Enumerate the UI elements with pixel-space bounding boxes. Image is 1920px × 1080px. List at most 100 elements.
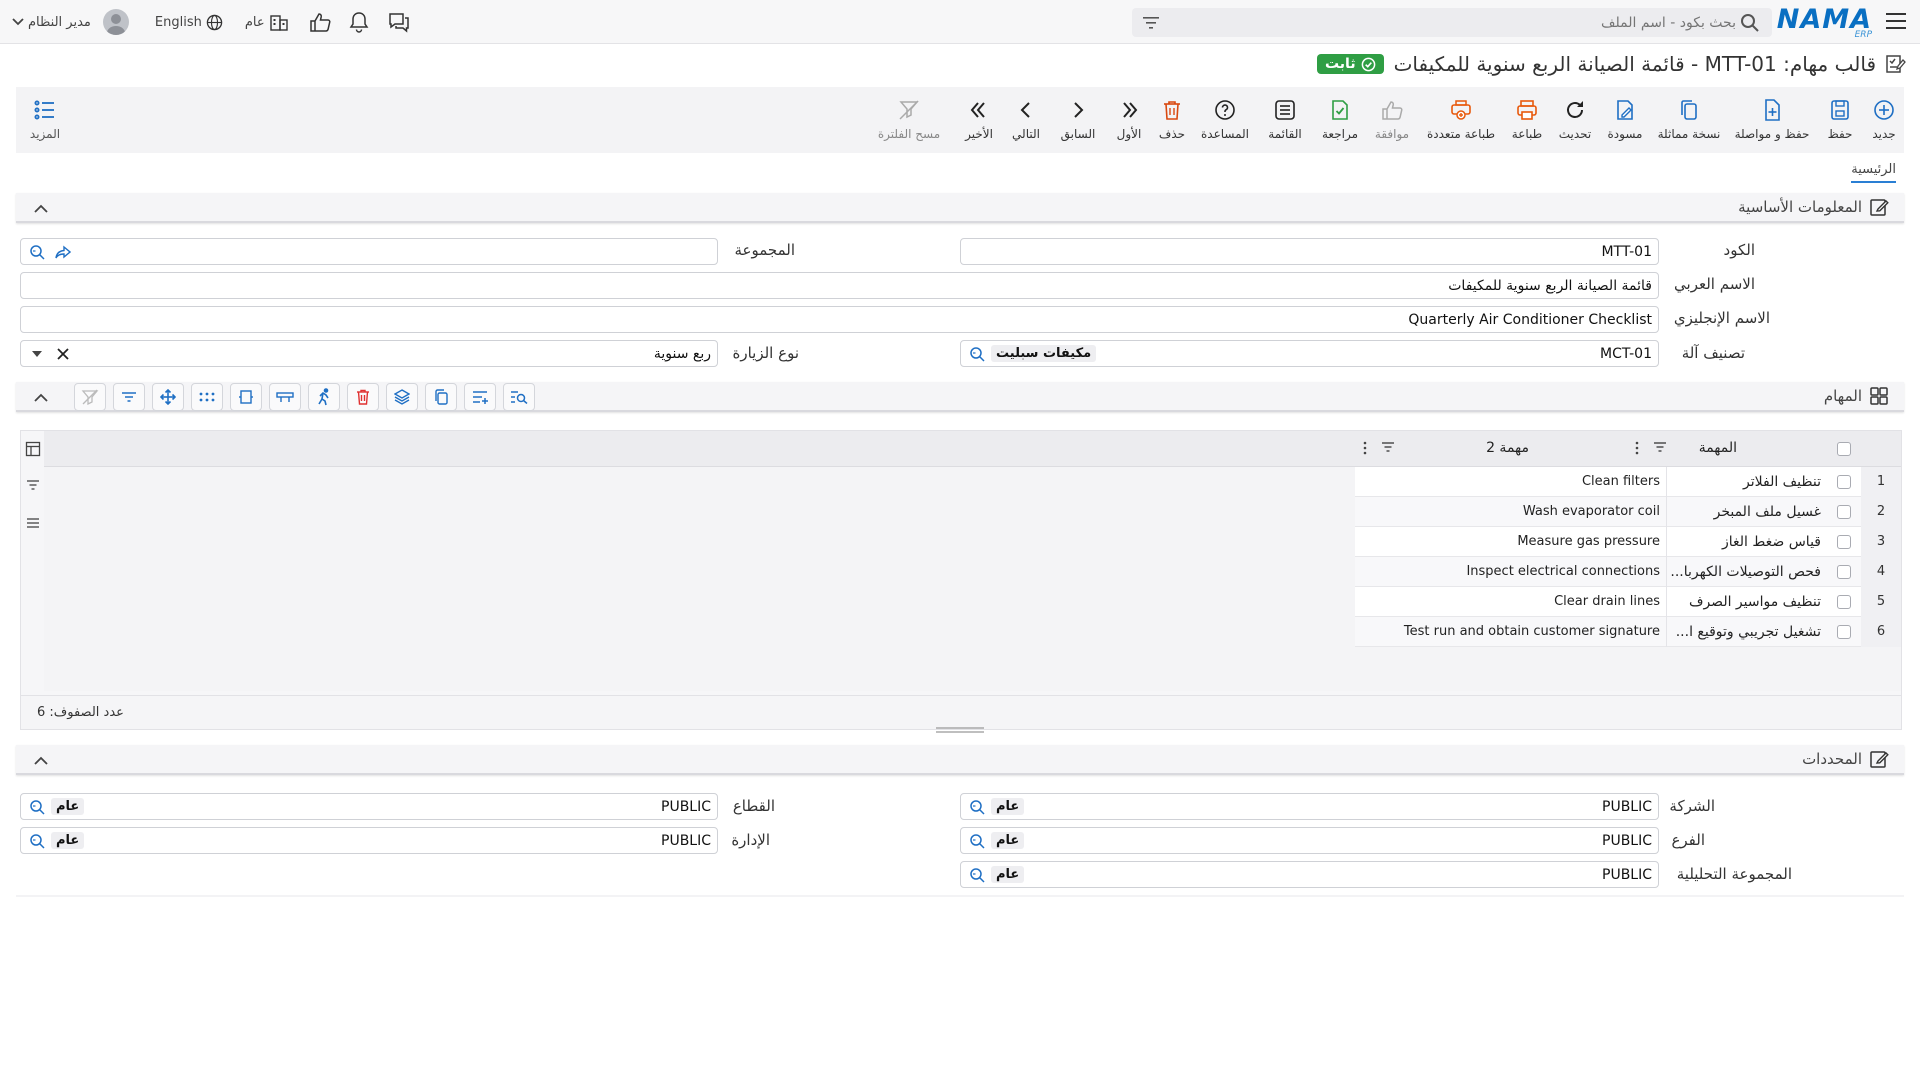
lookup-search-icon[interactable] (967, 865, 987, 885)
row-checkbox[interactable] (1827, 587, 1861, 617)
action-button-refresh[interactable]: تحديث (1550, 87, 1600, 153)
action-button-list[interactable]: القائمة (1256, 87, 1314, 153)
row-checkbox[interactable] (1827, 467, 1861, 497)
global-search[interactable] (1132, 8, 1772, 37)
action-button-clear-filter[interactable]: مسح الفلترة (864, 87, 954, 153)
lookup-search-icon[interactable] (967, 797, 987, 817)
visit-type-select[interactable]: ربع سنوية (20, 340, 718, 367)
column-menu-icon[interactable] (1363, 441, 1367, 455)
lookup-search-icon[interactable] (967, 831, 987, 851)
task-english-cell[interactable]: Wash evaporator coil (1391, 496, 1667, 527)
department-field[interactable]: PUBLIC عام (20, 827, 718, 854)
task-arabic-cell[interactable]: تنظيف مواسير الصرف (1667, 594, 1827, 610)
table-row[interactable]: 6 تشغيل تجريبي وتوقيع ا... Test run and ob… (1355, 616, 1901, 647)
menu-lines-icon[interactable] (26, 517, 40, 529)
nama-logo[interactable]: NAMA ERP (1777, 6, 1872, 41)
filter-lines-icon[interactable] (113, 383, 145, 411)
add-rows-icon[interactable] (464, 383, 496, 411)
table-row[interactable]: 3 قياس ضغط الغاز Measure gas pressure (1355, 526, 1901, 557)
chevron-up-icon[interactable] (32, 199, 50, 217)
clear-x-icon[interactable] (53, 344, 73, 364)
dropdown-caret-icon[interactable] (27, 344, 47, 364)
language-switch[interactable]: English (155, 14, 223, 31)
task-english-cell[interactable]: Clean filters (1391, 466, 1667, 497)
sector-field[interactable]: PUBLIC عام (20, 793, 718, 820)
filter-panel-icon[interactable] (26, 479, 40, 491)
table-layout-icon[interactable] (269, 383, 301, 411)
company-field[interactable]: PUBLIC عام (960, 793, 1659, 820)
english-name-field[interactable]: Quarterly Air Conditioner Checklist (20, 306, 1659, 333)
action-button-review[interactable]: مراجعة (1314, 87, 1366, 153)
lookup-search-icon[interactable] (27, 242, 47, 262)
row-checkbox[interactable] (1827, 527, 1861, 557)
task-english-cell[interactable]: Clear drain lines (1391, 586, 1667, 617)
chat-icon[interactable] (387, 11, 411, 33)
task-english-cell[interactable]: Measure gas pressure (1391, 526, 1667, 557)
action-button-draft[interactable]: مسودة (1600, 87, 1650, 153)
table-row[interactable]: 2 غسيل ملف المبخر Wash evaporator coil (1355, 496, 1901, 527)
share-icon[interactable] (53, 242, 73, 262)
action-button-multi-print[interactable]: طباعة متعددة (1418, 87, 1504, 153)
column-menu-icon[interactable] (1635, 441, 1639, 455)
action-button-approve[interactable]: موافقة (1366, 87, 1418, 153)
action-button-first[interactable]: الأول (1108, 87, 1150, 153)
section-basic-info[interactable]: المعلومات الأساسية (16, 193, 1904, 223)
trash-icon[interactable] (347, 383, 379, 411)
chevron-up-icon[interactable] (32, 751, 50, 769)
bell-icon[interactable] (349, 11, 369, 33)
action-button-copy[interactable]: نسخة مماثلة (1650, 87, 1728, 153)
action-button-last[interactable]: الأخير (954, 87, 1004, 153)
col-header-task2[interactable]: مهمة 2 (1486, 440, 1529, 456)
find-in-list-icon[interactable] (503, 383, 535, 411)
row-checkbox[interactable] (1827, 497, 1861, 527)
action-button-print[interactable]: طباعة (1504, 87, 1550, 153)
task-arabic-cell[interactable]: قياس ضغط الغاز (1667, 534, 1827, 550)
lookup-search-icon[interactable] (967, 344, 987, 364)
task-arabic-cell[interactable]: تشغيل تجريبي وتوقيع ا... (1667, 624, 1827, 640)
thumbs-up-icon[interactable] (309, 12, 331, 32)
action-button-save-continue[interactable]: حفظ و مواصلة (1728, 87, 1816, 153)
group-field[interactable] (20, 238, 718, 265)
task-arabic-cell[interactable]: غسيل ملف المبخر (1667, 504, 1827, 520)
table-row[interactable]: 4 فحص التوصيلات الكهربا... Inspect electri… (1355, 556, 1901, 587)
clear-filter-icon[interactable] (74, 383, 106, 411)
action-button-prev[interactable]: السابق (1048, 87, 1108, 153)
column-filter-icon[interactable] (1653, 441, 1667, 453)
tab-main[interactable]: الرئيسية (1851, 162, 1896, 183)
code-field[interactable]: MTT-01 (960, 238, 1659, 265)
table-row[interactable]: 5 تنظيف مواسير الصرف Clear drain lines (1355, 586, 1901, 617)
machine-class-field[interactable]: MCT-01 مكيفات سبليت (960, 340, 1659, 367)
task-english-cell[interactable]: Test run and obtain customer signature (1391, 616, 1667, 647)
move-arrows-icon[interactable] (152, 383, 184, 411)
copy-icon[interactable] (425, 383, 457, 411)
section-dimensions[interactable]: المحددات (16, 745, 1904, 775)
analytic-group-field[interactable]: PUBLIC عام (960, 861, 1659, 888)
action-button-next[interactable]: التالي (1004, 87, 1048, 153)
col-header-task[interactable]: المهمة (1699, 440, 1737, 456)
branch-field[interactable]: PUBLIC عام (960, 827, 1659, 854)
lookup-search-icon[interactable] (27, 797, 47, 817)
lookup-search-icon[interactable] (27, 831, 47, 851)
select-all-checkbox[interactable] (1827, 442, 1861, 456)
table-row[interactable]: 1 تنظيف الفلاتر Clean filters (1355, 466, 1901, 497)
hamburger-menu-icon[interactable] (1886, 12, 1906, 30)
resize-handle-icon[interactable] (936, 726, 984, 734)
search-icon[interactable] (1736, 9, 1764, 37)
action-button-help[interactable]: المساعدة (1194, 87, 1256, 153)
columns-panel-icon[interactable] (25, 441, 41, 457)
arabic-name-field[interactable]: قائمة الصيانة الربع سنوية للمكيفات (20, 272, 1659, 299)
search-input[interactable] (1166, 14, 1736, 31)
task-arabic-cell[interactable]: فحص التوصيلات الكهربا... (1667, 564, 1827, 580)
public-scope[interactable]: عام (245, 13, 289, 31)
run-icon[interactable] (308, 383, 340, 411)
action-button-trash[interactable]: حذف (1150, 87, 1194, 153)
task-english-cell[interactable]: Inspect electrical connections (1391, 556, 1667, 587)
column-filter-icon[interactable] (1381, 441, 1395, 453)
filter-icon[interactable] (1136, 9, 1166, 37)
task-arabic-cell[interactable]: تنظيف الفلاتر (1667, 474, 1827, 490)
dots-grid-icon[interactable] (191, 383, 223, 411)
row-checkbox[interactable] (1827, 617, 1861, 647)
fit-columns-icon[interactable] (230, 383, 262, 411)
action-button-plus-circle[interactable]: جديد (1864, 87, 1904, 153)
more-button[interactable]: المزيد (16, 87, 74, 153)
